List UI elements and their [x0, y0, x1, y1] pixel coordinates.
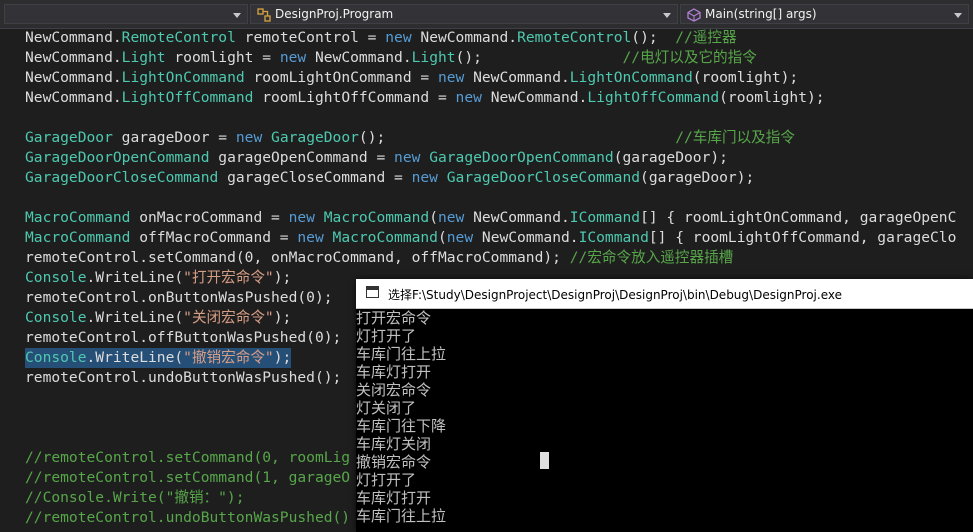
chevron-down-icon [663, 13, 671, 18]
code-line: NewCommand.LightOnCommand roomLightOnCom… [25, 69, 799, 86]
code-line: MacroCommand offMacroCommand = new Macro… [25, 229, 957, 246]
code-line: //remoteControl.setCommand(0, roomLig [25, 449, 351, 466]
code-line: Console.WriteLine("关闭宏命令"); [25, 309, 292, 326]
console-output-line: 车库门往上拉 [356, 507, 447, 525]
console-output-line: 车库灯打开 [356, 363, 432, 381]
code-line: remoteControl.setCommand(0, onMacroComma… [25, 249, 734, 266]
code-line: NewCommand.Light roomlight = new NewComm… [25, 49, 757, 66]
code-line: //Console.Write("撤销："); [25, 489, 245, 506]
code-line: NewCommand.RemoteControl remoteControl =… [25, 29, 737, 46]
code-line: MacroCommand onMacroCommand = new MacroC… [25, 209, 957, 226]
class-icon [257, 8, 271, 22]
navigation-bar: DesignProj.Program Main(string[] args) [0, 0, 973, 29]
code-line: GarageDoorCloseCommand garageCloseComman… [25, 169, 755, 186]
console-output-line: 灯打开了 [356, 471, 417, 489]
code-line: remoteControl.onButtonWasPushed(0); [25, 289, 333, 306]
method-dropdown-label: Main(string[] args) [705, 7, 817, 21]
code-line: //remoteControl.undoButtonWasPushed() [25, 509, 351, 526]
console-output-line: 打开宏命令 [356, 309, 432, 327]
type-dropdown-label: DesignProj.Program [275, 7, 394, 21]
console-output-line: 车库门往下降 [356, 417, 447, 435]
console-output-line: 灯关闭了 [356, 399, 417, 417]
console-output-line: 车库门往上拉 [356, 345, 447, 363]
code-line: remoteControl.offButtonWasPushed(0); [25, 329, 342, 346]
member-dropdown[interactable] [4, 4, 248, 24]
method-dropdown[interactable]: Main(string[] args) [680, 4, 969, 24]
console-app-icon [366, 286, 379, 298]
console-output-line: 车库灯打开 [356, 489, 432, 507]
code-line: //remoteControl.setCommand(1, garageO [25, 469, 351, 486]
console-output-line: 关闭宏命令 [356, 381, 432, 399]
code-line-selected: Console.WriteLine("撤销宏命令"); [25, 348, 292, 368]
code-line: remoteControl.undoButtonWasPushed(); [25, 369, 342, 386]
chevron-down-icon [233, 13, 241, 18]
type-dropdown[interactable]: DesignProj.Program [250, 4, 678, 24]
console-output-line: 灯打开了 [356, 327, 417, 345]
console-output-line: 撤销宏命令 [356, 453, 432, 471]
console-output-line: 车库灯关闭 [356, 435, 432, 453]
code-line: GarageDoorOpenCommand garageOpenCommand … [25, 149, 728, 166]
text-cursor [540, 452, 549, 469]
code-line: GarageDoor garageDoor = new GarageDoor()… [25, 129, 795, 146]
method-icon [687, 8, 701, 22]
console-title-bar[interactable]: 选择F:\Study\DesignProject\DesignProj\Desi… [356, 279, 973, 309]
code-line: NewCommand.LightOffCommand roomLightOffC… [25, 89, 825, 106]
chevron-down-icon [954, 13, 962, 18]
console-window[interactable]: 选择F:\Study\DesignProject\DesignProj\Desi… [356, 279, 973, 532]
console-title: 选择F:\Study\DesignProject\DesignProj\Desi… [388, 288, 842, 302]
code-line: Console.WriteLine("打开宏命令"); [25, 269, 292, 286]
